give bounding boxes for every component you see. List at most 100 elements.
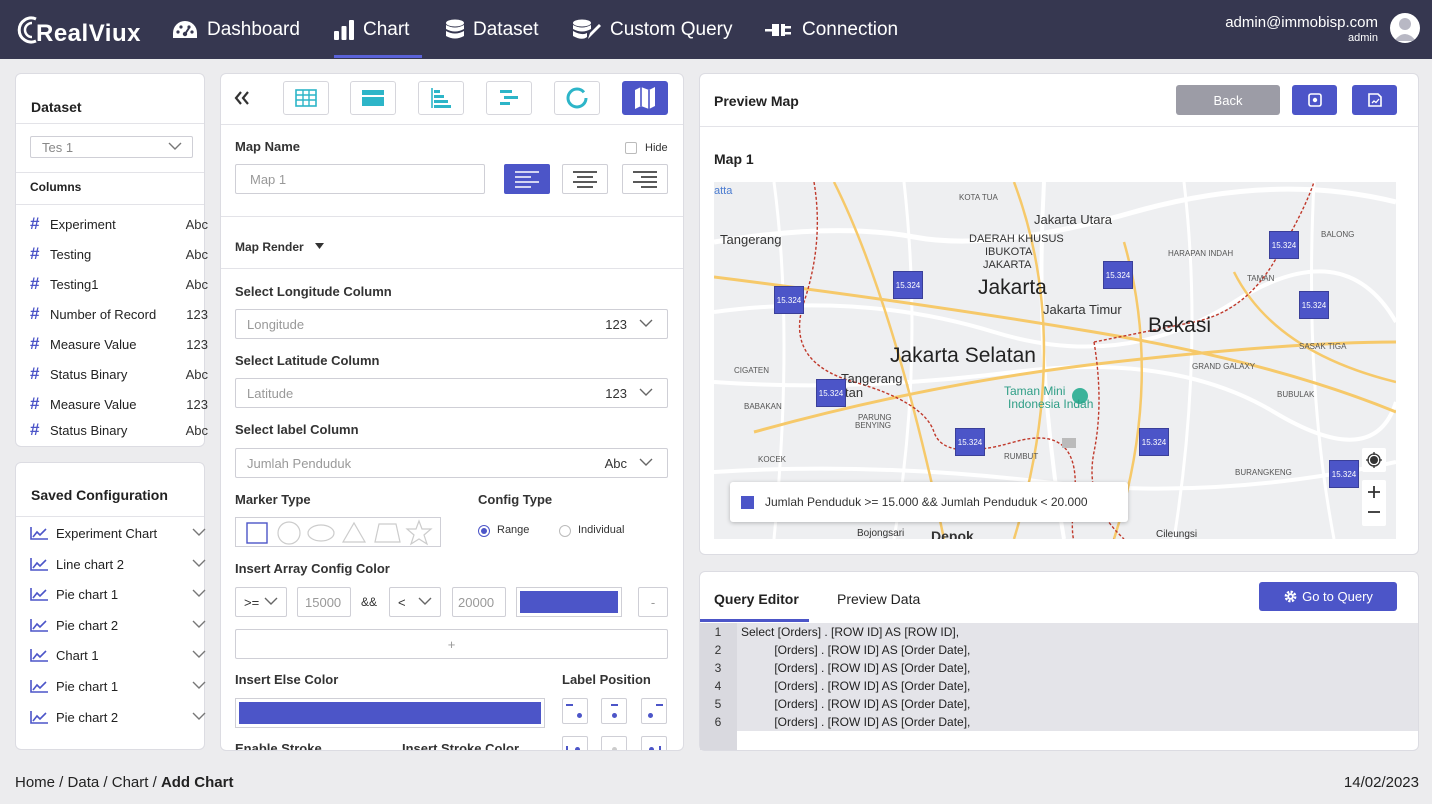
- latitude-select[interactable]: Latitude 123: [235, 378, 668, 408]
- min-value-input[interactable]: 15000: [297, 587, 351, 617]
- hide-checkbox[interactable]: [625, 142, 637, 154]
- column-item[interactable]: # Status Binary Abc: [30, 363, 208, 385]
- label-position-center[interactable]: [601, 736, 627, 750]
- map-marker[interactable]: 15.324: [1299, 291, 1329, 319]
- user-info[interactable]: admin@immobisp.com admin: [1225, 14, 1378, 44]
- map-chart-button[interactable]: [622, 81, 668, 115]
- map-marker[interactable]: 15.324: [1269, 231, 1299, 259]
- saved-config-item[interactable]: Pie chart 2: [30, 614, 206, 636]
- nav-connection[interactable]: Connection: [765, 0, 898, 59]
- nav-dashboard[interactable]: Dashboard: [172, 0, 300, 59]
- chevron-down-icon[interactable]: [192, 528, 206, 537]
- map-marker[interactable]: 15.324: [774, 286, 804, 314]
- tab-query-editor[interactable]: Query Editor: [714, 591, 799, 607]
- column-item[interactable]: # Measure Value 123: [30, 393, 208, 415]
- map-marker[interactable]: 15.324: [955, 428, 985, 456]
- tab-preview-data[interactable]: Preview Data: [837, 591, 920, 607]
- table-chart-button[interactable]: [283, 81, 329, 115]
- marker-shapes-icon: [246, 519, 433, 546]
- chevron-down-icon[interactable]: [192, 681, 206, 690]
- chevron-down-icon[interactable]: [192, 589, 206, 598]
- hash-icon: #: [30, 304, 40, 323]
- map-marker[interactable]: 15.324: [816, 379, 846, 407]
- card-chart-button[interactable]: [350, 81, 396, 115]
- donut-chart-button[interactable]: [554, 81, 600, 115]
- marker-type-picker[interactable]: [235, 517, 441, 547]
- longitude-select[interactable]: Longitude 123: [235, 309, 668, 339]
- label-position-top-left[interactable]: [562, 698, 588, 724]
- add-range-button[interactable]: +: [235, 629, 668, 659]
- align-left-button[interactable]: [504, 164, 550, 194]
- map-marker[interactable]: 15.324: [1139, 428, 1169, 456]
- caret-down-icon[interactable]: [315, 243, 324, 250]
- align-right-button[interactable]: [622, 164, 668, 194]
- nav-custom-query[interactable]: Custom Query: [573, 0, 732, 59]
- brand-logo[interactable]: RealViux: [16, 10, 141, 50]
- saved-config-item[interactable]: Pie chart 1: [30, 583, 206, 605]
- column-item[interactable]: # Experiment Abc: [30, 213, 208, 235]
- zoom-out-icon[interactable]: [1367, 509, 1381, 515]
- latitude-value: Latitude: [247, 385, 294, 401]
- map-name-input[interactable]: Map 1: [235, 164, 485, 194]
- range-color-picker[interactable]: [516, 587, 622, 617]
- chevron-down-icon[interactable]: [192, 559, 206, 568]
- operator-select-2[interactable]: <: [389, 587, 441, 617]
- nav-chart[interactable]: Chart: [334, 0, 422, 59]
- map-marker[interactable]: 15.324: [1103, 261, 1133, 289]
- dashboard-icon: [173, 20, 197, 38]
- saved-config-item[interactable]: Pie chart 2: [30, 706, 206, 728]
- saved-config-item[interactable]: Line chart 2: [30, 553, 206, 575]
- label-position-top-center[interactable]: [601, 698, 627, 724]
- avatar[interactable]: [1390, 13, 1420, 43]
- hash-icon: #: [30, 334, 40, 353]
- back-button[interactable]: Back: [1176, 85, 1280, 115]
- chevron-down-icon[interactable]: [192, 620, 206, 629]
- label-position-middle-left[interactable]: [562, 736, 588, 750]
- else-color-picker[interactable]: [235, 698, 545, 728]
- chevron-down-icon[interactable]: [192, 650, 206, 659]
- breadcrumb-data[interactable]: Data: [68, 774, 100, 791]
- map-view[interactable]: Tangerang KOTA TUA Jakarta Utara DAERAH …: [714, 182, 1396, 539]
- column-item[interactable]: # Measure Value 123: [30, 333, 208, 355]
- label-position-top-right[interactable]: [641, 698, 667, 724]
- latitude-type: 123: [605, 385, 627, 401]
- column-type: Abc: [185, 216, 208, 232]
- settings-button[interactable]: [1292, 85, 1337, 115]
- stacked-bar-button[interactable]: [486, 81, 532, 115]
- column-item[interactable]: # Number of Record 123: [30, 303, 208, 325]
- label-position-label: Label Position: [562, 672, 651, 687]
- locate-button[interactable]: [1362, 448, 1386, 472]
- column-item[interactable]: # Status Binary Abc: [30, 419, 208, 441]
- column-item[interactable]: # Testing1 Abc: [30, 273, 208, 295]
- collapse-icon[interactable]: [234, 91, 250, 105]
- stacked-bar-icon: [500, 90, 518, 105]
- dataset-select[interactable]: Tes 1: [30, 136, 193, 158]
- zoom-in-icon[interactable]: [1367, 485, 1381, 499]
- go-to-query-button[interactable]: Go to Query: [1259, 582, 1397, 611]
- map-render-label[interactable]: Map Render: [235, 240, 304, 254]
- map-marker[interactable]: 15.324: [893, 271, 923, 299]
- individual-radio[interactable]: [559, 525, 571, 537]
- saved-config-item[interactable]: Experiment Chart: [30, 522, 206, 544]
- divider: [16, 123, 204, 124]
- saved-config-item[interactable]: Pie chart 1: [30, 675, 206, 697]
- operator-select-1[interactable]: >=: [235, 587, 287, 617]
- map-legend: Jumlah Penduduk >= 15.000 && Jumlah Pend…: [730, 482, 1128, 522]
- nav-dataset[interactable]: Dataset: [446, 0, 538, 59]
- column-item[interactable]: # Testing Abc: [30, 243, 208, 265]
- saved-config-item[interactable]: Chart 1: [30, 644, 206, 666]
- breadcrumb-current: Add Chart: [160, 774, 234, 791]
- max-value-input[interactable]: 20000: [452, 587, 506, 617]
- map-marker[interactable]: 15.324: [1329, 460, 1359, 488]
- remove-range-button[interactable]: -: [638, 587, 668, 617]
- label-position-middle-right[interactable]: [641, 736, 667, 750]
- align-center-button[interactable]: [562, 164, 608, 194]
- bar-chart-button[interactable]: [418, 81, 464, 115]
- chevron-down-icon[interactable]: [192, 712, 206, 721]
- breadcrumb-chart[interactable]: Chart: [112, 774, 149, 791]
- line-text: [Orders] . [ROW ID] AS [Order Date],: [741, 679, 971, 693]
- breadcrumb-home[interactable]: Home: [15, 774, 55, 791]
- label-column-select[interactable]: Jumlah Penduduk Abc: [235, 448, 668, 478]
- range-radio[interactable]: [478, 525, 490, 537]
- save-button[interactable]: [1352, 85, 1397, 115]
